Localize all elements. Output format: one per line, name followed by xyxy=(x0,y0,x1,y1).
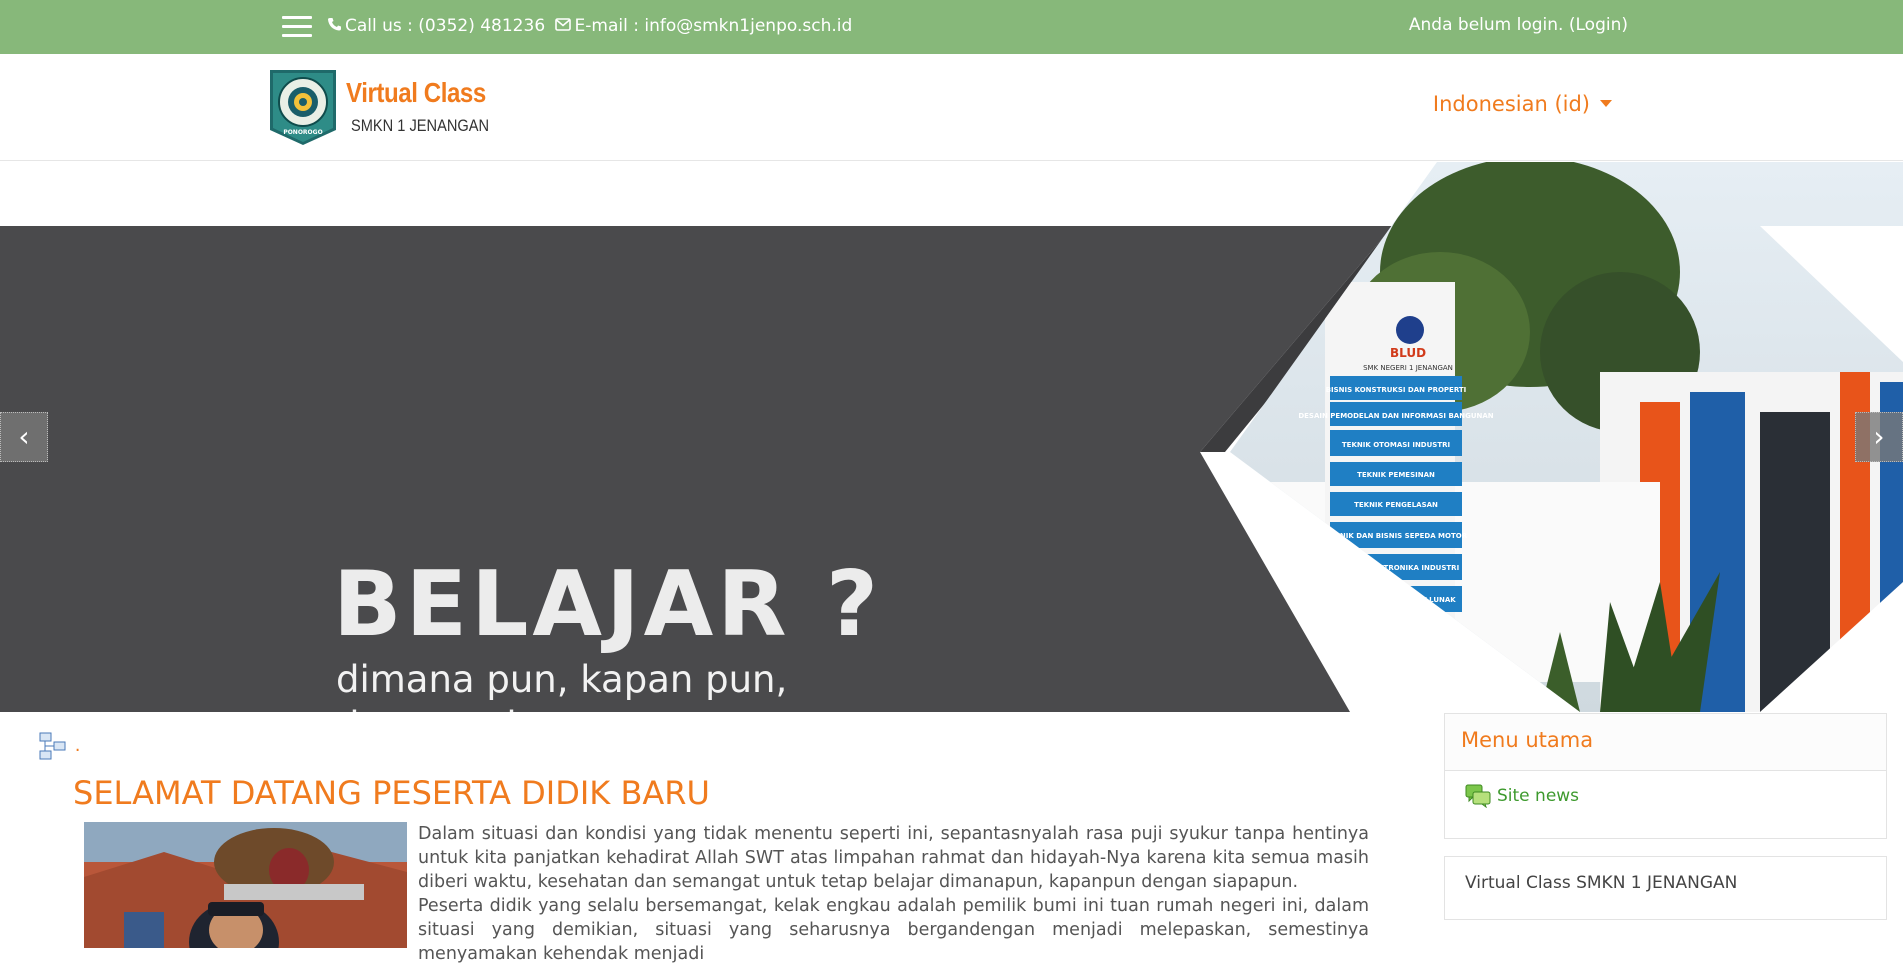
sign-heading: BLUD xyxy=(1390,346,1426,360)
virtual-class-block: Virtual Class SMKN 1 JENANGAN xyxy=(1444,856,1887,920)
sign-program: TEKNIK PEMESINAN xyxy=(1357,471,1435,479)
welcome-paragraph: Peserta didik yang selalu bersemangat, k… xyxy=(418,896,1369,964)
page-title: SELAMAT DATANG PESERTA DIDIK BARU xyxy=(73,774,710,812)
sitemap-icon xyxy=(39,732,66,760)
caret-down-icon xyxy=(1600,99,1612,107)
site-header: PONOROGO Virtual Class SMKN 1 JENANGAN I… xyxy=(0,54,1903,161)
breadcrumb: . xyxy=(39,732,80,760)
slide-subheading-line1: dimana pun, kapan pun, xyxy=(336,658,788,701)
slider-prev-button[interactable]: ‹ xyxy=(0,412,48,462)
hero-slider: BLUD SMK NEGERI 1 JENANGAN BISNIS KONSTR… xyxy=(0,162,1903,712)
contact-phone: Call us : (0352) 481236 xyxy=(345,16,546,36)
phone-icon xyxy=(328,16,341,36)
sign-program: TEKNIK PENGELASAN xyxy=(1354,501,1438,509)
top-bar: Call us : (0352) 481236 E-mail : info@sm… xyxy=(0,0,1903,54)
logo-subtitle: SMKN 1 JENANGAN xyxy=(351,116,490,135)
language-selector[interactable]: Indonesian (id) xyxy=(1433,92,1612,116)
svg-text:PONOROGO: PONOROGO xyxy=(283,129,322,136)
school-emblem-icon: PONOROGO xyxy=(270,70,336,145)
site-logo[interactable]: PONOROGO Virtual Class SMKN 1 JENANGAN xyxy=(268,68,496,146)
sign-program: BISNIS KONSTRUKSI DAN PROPERTI xyxy=(1326,386,1467,394)
chevron-right-icon: › xyxy=(1873,420,1885,453)
envelope-icon xyxy=(554,16,571,36)
welcome-photo xyxy=(84,822,407,948)
hamburger-menu-icon[interactable] xyxy=(282,16,312,38)
sign-program: TEKNIK OTOMASI INDUSTRI xyxy=(1342,441,1450,449)
site-news-link[interactable]: Site news xyxy=(1465,784,1580,809)
login-link[interactable]: (Login) xyxy=(1569,15,1628,35)
welcome-paragraph: Dalam situasi dan kondisi yang tidak men… xyxy=(418,824,1369,892)
welcome-text: Dalam situasi dan kondisi yang tidak men… xyxy=(418,822,1369,966)
school-building-photo: BLUD SMK NEGERI 1 JENANGAN BISNIS KONSTR… xyxy=(1200,162,1903,712)
forum-icon xyxy=(1465,784,1491,809)
contact-email: E-mail : info@smkn1jenpo.sch.id xyxy=(574,16,853,36)
logo-title: Virtual Class xyxy=(346,77,486,108)
main-menu-title: Menu utama xyxy=(1445,714,1886,771)
sign-subheading: SMK NEGERI 1 JENANGAN xyxy=(1363,364,1453,372)
site-news-label: Site news xyxy=(1497,786,1580,806)
chevron-left-icon: ‹ xyxy=(18,420,30,453)
sign-program: DESAIN PEMODELAN DAN INFORMASI BANGUNAN xyxy=(1298,412,1493,420)
language-label: Indonesian (id) xyxy=(1432,92,1590,116)
slide-subheading-line2: dengan siapa pun. xyxy=(336,703,787,712)
login-status-text: Anda belum login. xyxy=(1408,15,1569,35)
virtual-class-text: Virtual Class SMKN 1 JENANGAN xyxy=(1465,873,1738,893)
slide-subheading: dimana pun, kapan pun, dengan siapa pun. xyxy=(336,657,787,712)
main-menu-block: Menu utama Site news xyxy=(1444,713,1887,839)
login-status: Anda belum login. (Login) xyxy=(1409,15,1628,35)
slider-next-button[interactable]: › xyxy=(1855,412,1903,462)
breadcrumb-text: . xyxy=(74,735,81,756)
contact-info: Call us : (0352) 481236 E-mail : info@sm… xyxy=(328,16,852,36)
slide-heading: BELAJAR ? xyxy=(333,552,883,657)
